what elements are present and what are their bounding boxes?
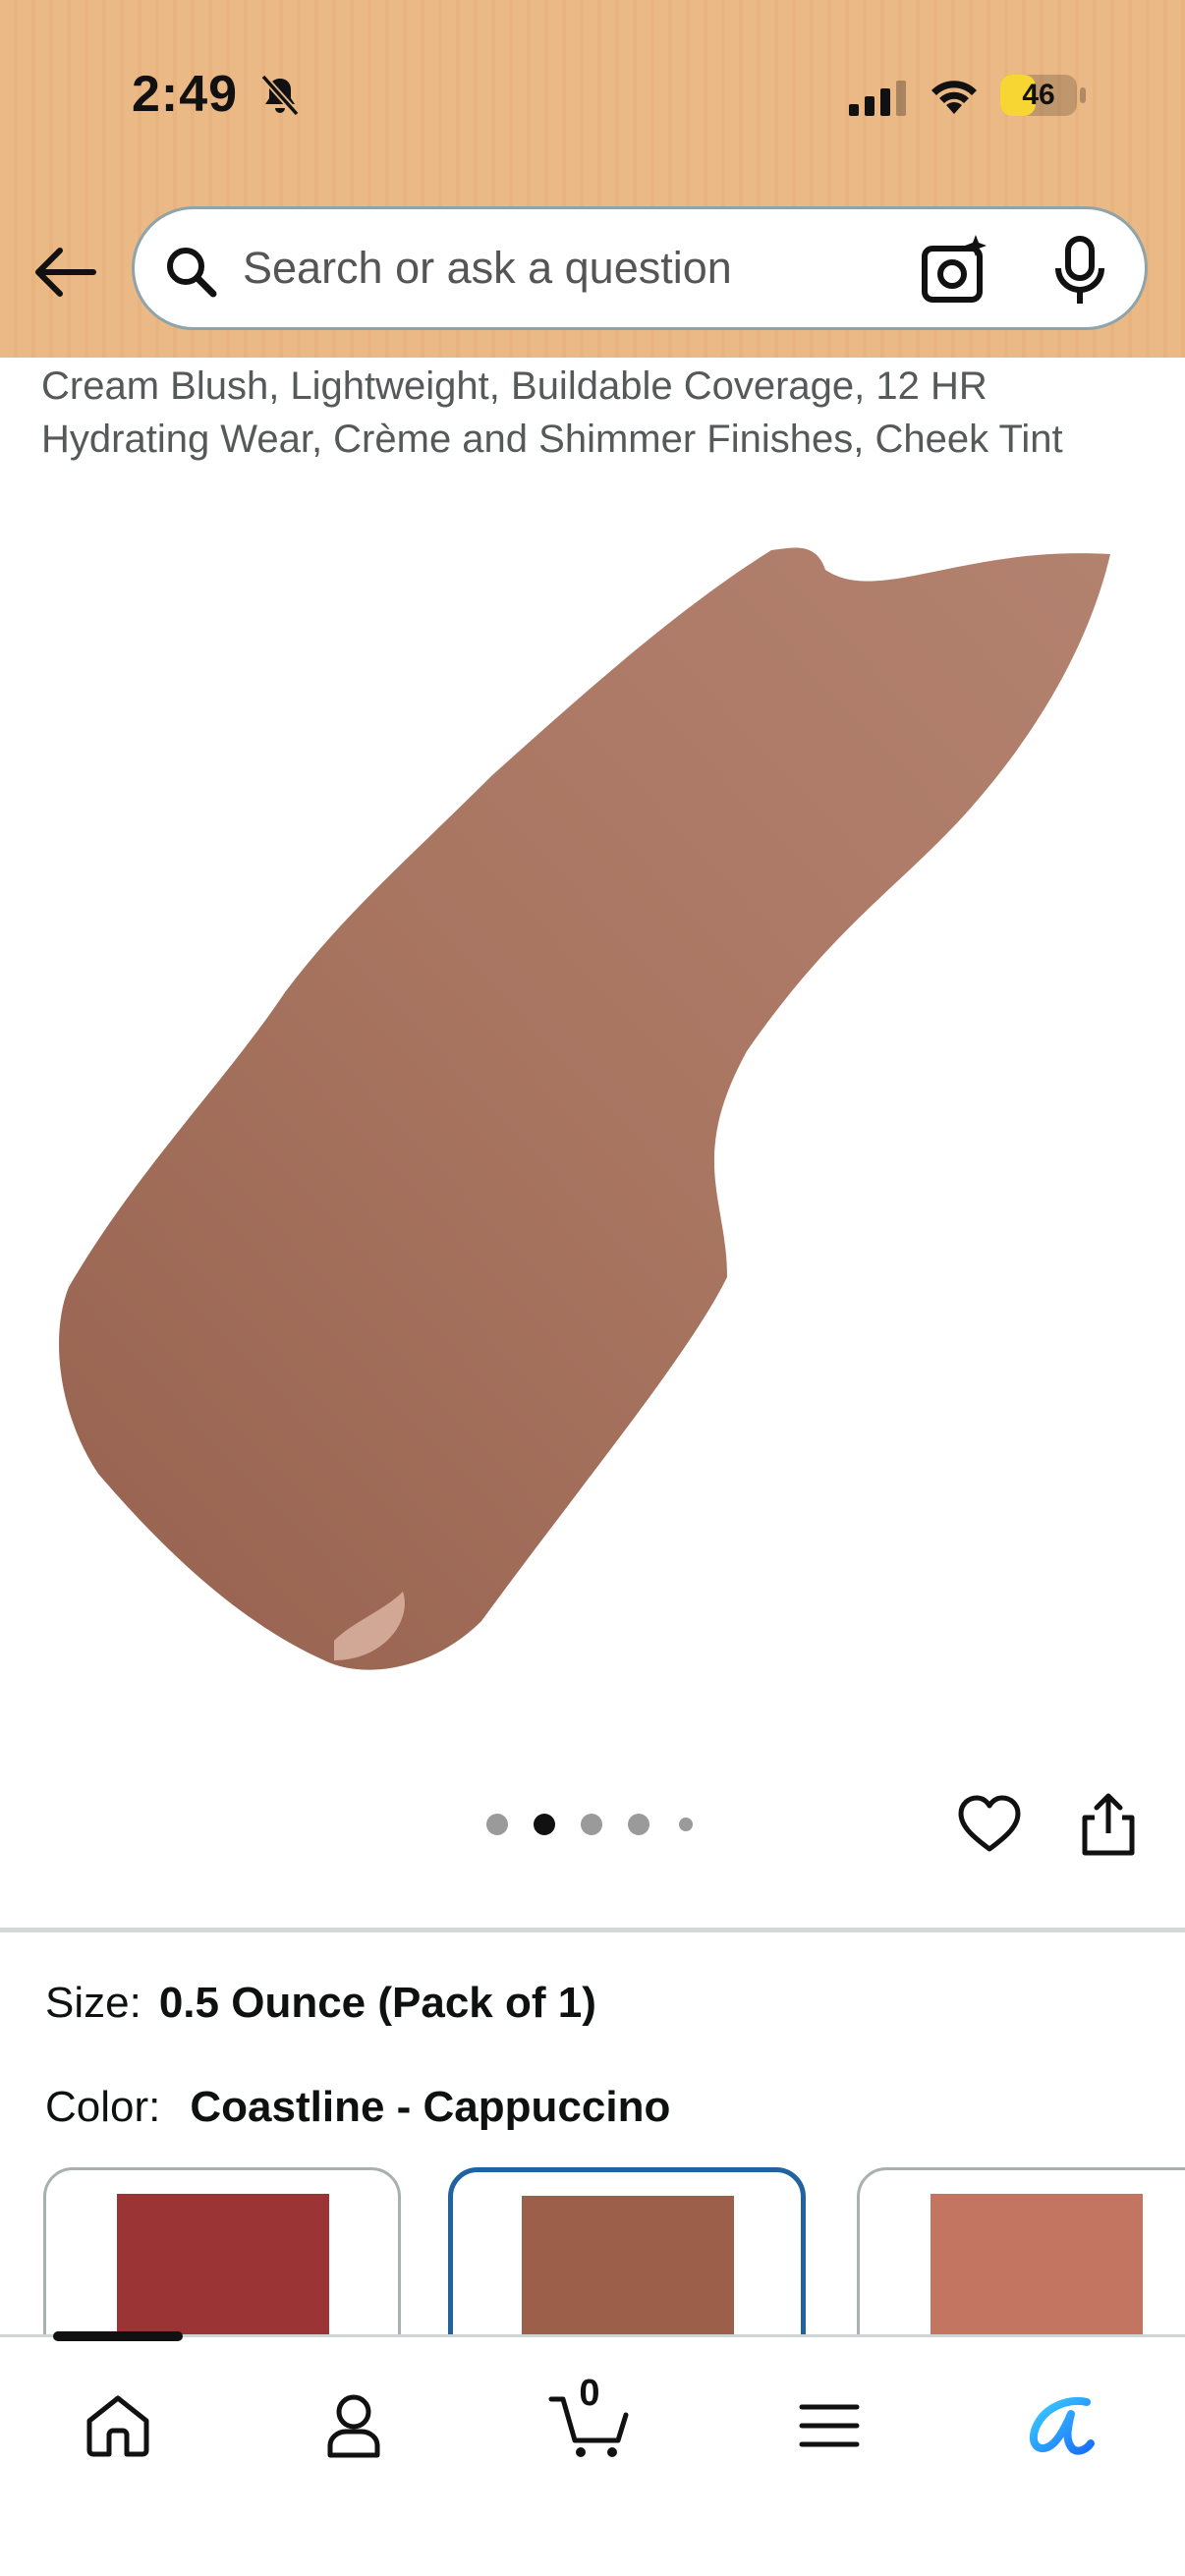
app-header: 2:49 46	[0, 0, 1185, 358]
search-icon	[167, 248, 217, 298]
product-detail-page: 2:49 46 Search or ask a question Cream B…	[0, 0, 1185, 2576]
carousel-dot[interactable]	[486, 1814, 508, 1835]
battery-cap	[1080, 87, 1086, 103]
carousel-dot[interactable]	[628, 1814, 649, 1835]
camera-search-icon[interactable]	[919, 233, 993, 308]
bell-slash-icon	[260, 74, 300, 117]
nav-rufus[interactable]	[1012, 2377, 1110, 2475]
nav-cart[interactable]: 0	[540, 2373, 639, 2475]
account-icon	[327, 2394, 380, 2458]
share-icon[interactable]	[1079, 1790, 1138, 1857]
bottom-navigation: 0	[0, 2331, 1185, 2576]
battery-indicator: 46	[1000, 75, 1077, 116]
color-value: Coastline - Cappuccino	[190, 2083, 671, 2131]
home-icon	[86, 2395, 149, 2457]
color-selector: Color: Coastline - Cappuccino	[45, 2083, 670, 2132]
battery-level-text: 46	[1022, 79, 1055, 111]
status-time: 2:49	[132, 66, 239, 123]
product-image[interactable]	[39, 531, 1150, 1709]
search-bar[interactable]	[132, 206, 1148, 330]
search-input[interactable]	[243, 231, 891, 306]
cart-count: 0	[579, 2373, 600, 2414]
nav-account[interactable]	[305, 2377, 403, 2475]
size-label: Size:	[45, 1979, 141, 2027]
size-value: 0.5 Ounce (Pack of 1)	[158, 1979, 596, 2027]
heart-icon[interactable]	[957, 1794, 1022, 1855]
color-label: Color:	[45, 2083, 161, 2131]
size-selector[interactable]: Size: 0.5 Ounce (Pack of 1)	[45, 1979, 596, 2028]
nav-menu[interactable]	[780, 2377, 878, 2475]
carousel-dot[interactable]	[581, 1814, 602, 1835]
nav-home[interactable]	[69, 2377, 167, 2475]
back-button[interactable]	[29, 236, 102, 308]
cellular-signal-icon	[849, 81, 906, 116]
rufus-icon	[1029, 2396, 1095, 2455]
carousel-dot-active[interactable]	[534, 1814, 555, 1835]
microphone-icon[interactable]	[1050, 235, 1109, 308]
wifi-icon	[931, 81, 977, 114]
menu-icon	[799, 2404, 860, 2447]
carousel-dot[interactable]	[679, 1818, 693, 1831]
arrow-left-icon	[35, 248, 96, 297]
product-title[interactable]: Cream Blush, Lightweight, Buildable Cove…	[41, 360, 1161, 466]
active-tab-indicator	[53, 2331, 183, 2341]
section-divider	[0, 1928, 1185, 1932]
